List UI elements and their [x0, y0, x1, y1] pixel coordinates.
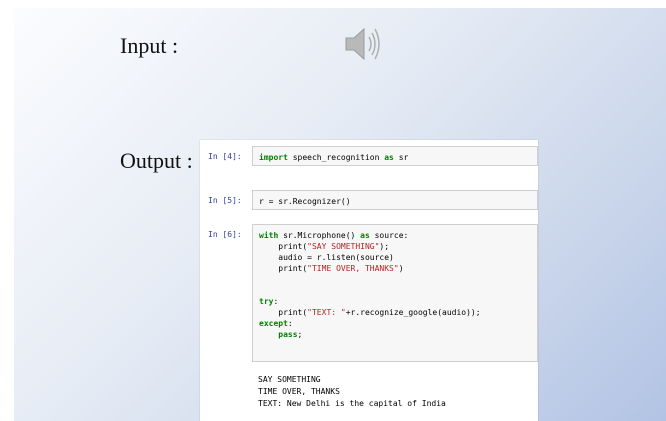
code-text: +r.recognize_google(audio)); [345, 308, 481, 317]
output-line: SAY SOMETHING [258, 375, 321, 384]
speaker-volume-icon[interactable] [340, 20, 388, 68]
top-border [0, 0, 666, 8]
output-line: TIME OVER, THANKS [258, 387, 340, 396]
notebook-cell-5: In [5]: r = sr.Recognizer() [200, 190, 538, 212]
code-text: print( [259, 242, 308, 251]
output-line: TEXT: New Delhi is the capital of India [258, 399, 446, 408]
code-text: : [287, 319, 293, 328]
keyword: as [384, 153, 394, 162]
cell-prompt: In [5]: [208, 196, 242, 205]
code-text: ; [297, 330, 303, 339]
string-literal: "TIME OVER, THANKS" [307, 264, 399, 273]
code-text: ) [398, 264, 404, 273]
notebook-cell-4: In [4]: import speech_recognition as sr [200, 146, 538, 168]
code-text: print( [259, 308, 308, 317]
keyword: except [259, 319, 288, 328]
code-text: r = sr.Recognizer() [259, 197, 351, 206]
input-label: Input : [120, 33, 179, 58]
keyword: try [259, 297, 274, 306]
output-label: Output : [120, 148, 193, 173]
code-text: : [273, 297, 279, 306]
code-input[interactable]: r = sr.Recognizer() [252, 190, 538, 210]
string-literal: "TEXT: " [307, 308, 346, 317]
keyword: import [259, 153, 288, 162]
code-text: print( [259, 264, 308, 273]
string-literal: "SAY SOMETHING" [307, 242, 380, 251]
jupyter-notebook-screenshot: In [4]: import speech_recognition as sr … [200, 140, 538, 421]
code-text: ); [379, 242, 390, 251]
keyword: with [259, 231, 279, 240]
code-text: source: [369, 231, 409, 240]
notebook-cell-6: In [6]: with sr.Microphone() as source: … [200, 224, 538, 364]
keyword: pass [278, 330, 298, 339]
code-input[interactable]: import speech_recognition as sr [252, 146, 538, 166]
presentation-slide: Input : Output : In [4]: import speech_r… [14, 8, 666, 421]
cell-prompt: In [4]: [208, 152, 242, 161]
code-text: audio = r.listen(source) [259, 253, 394, 262]
cell-output: SAY SOMETHING TIME OVER, THANKS TEXT: Ne… [258, 374, 446, 410]
keyword: as [360, 231, 370, 240]
cell-prompt: In [6]: [208, 230, 242, 239]
code-text: sr.Microphone() [278, 231, 361, 240]
code-text: sr [393, 153, 409, 162]
code-text: speech_recognition [287, 153, 385, 162]
code-input[interactable]: with sr.Microphone() as source: print("S… [252, 224, 538, 362]
